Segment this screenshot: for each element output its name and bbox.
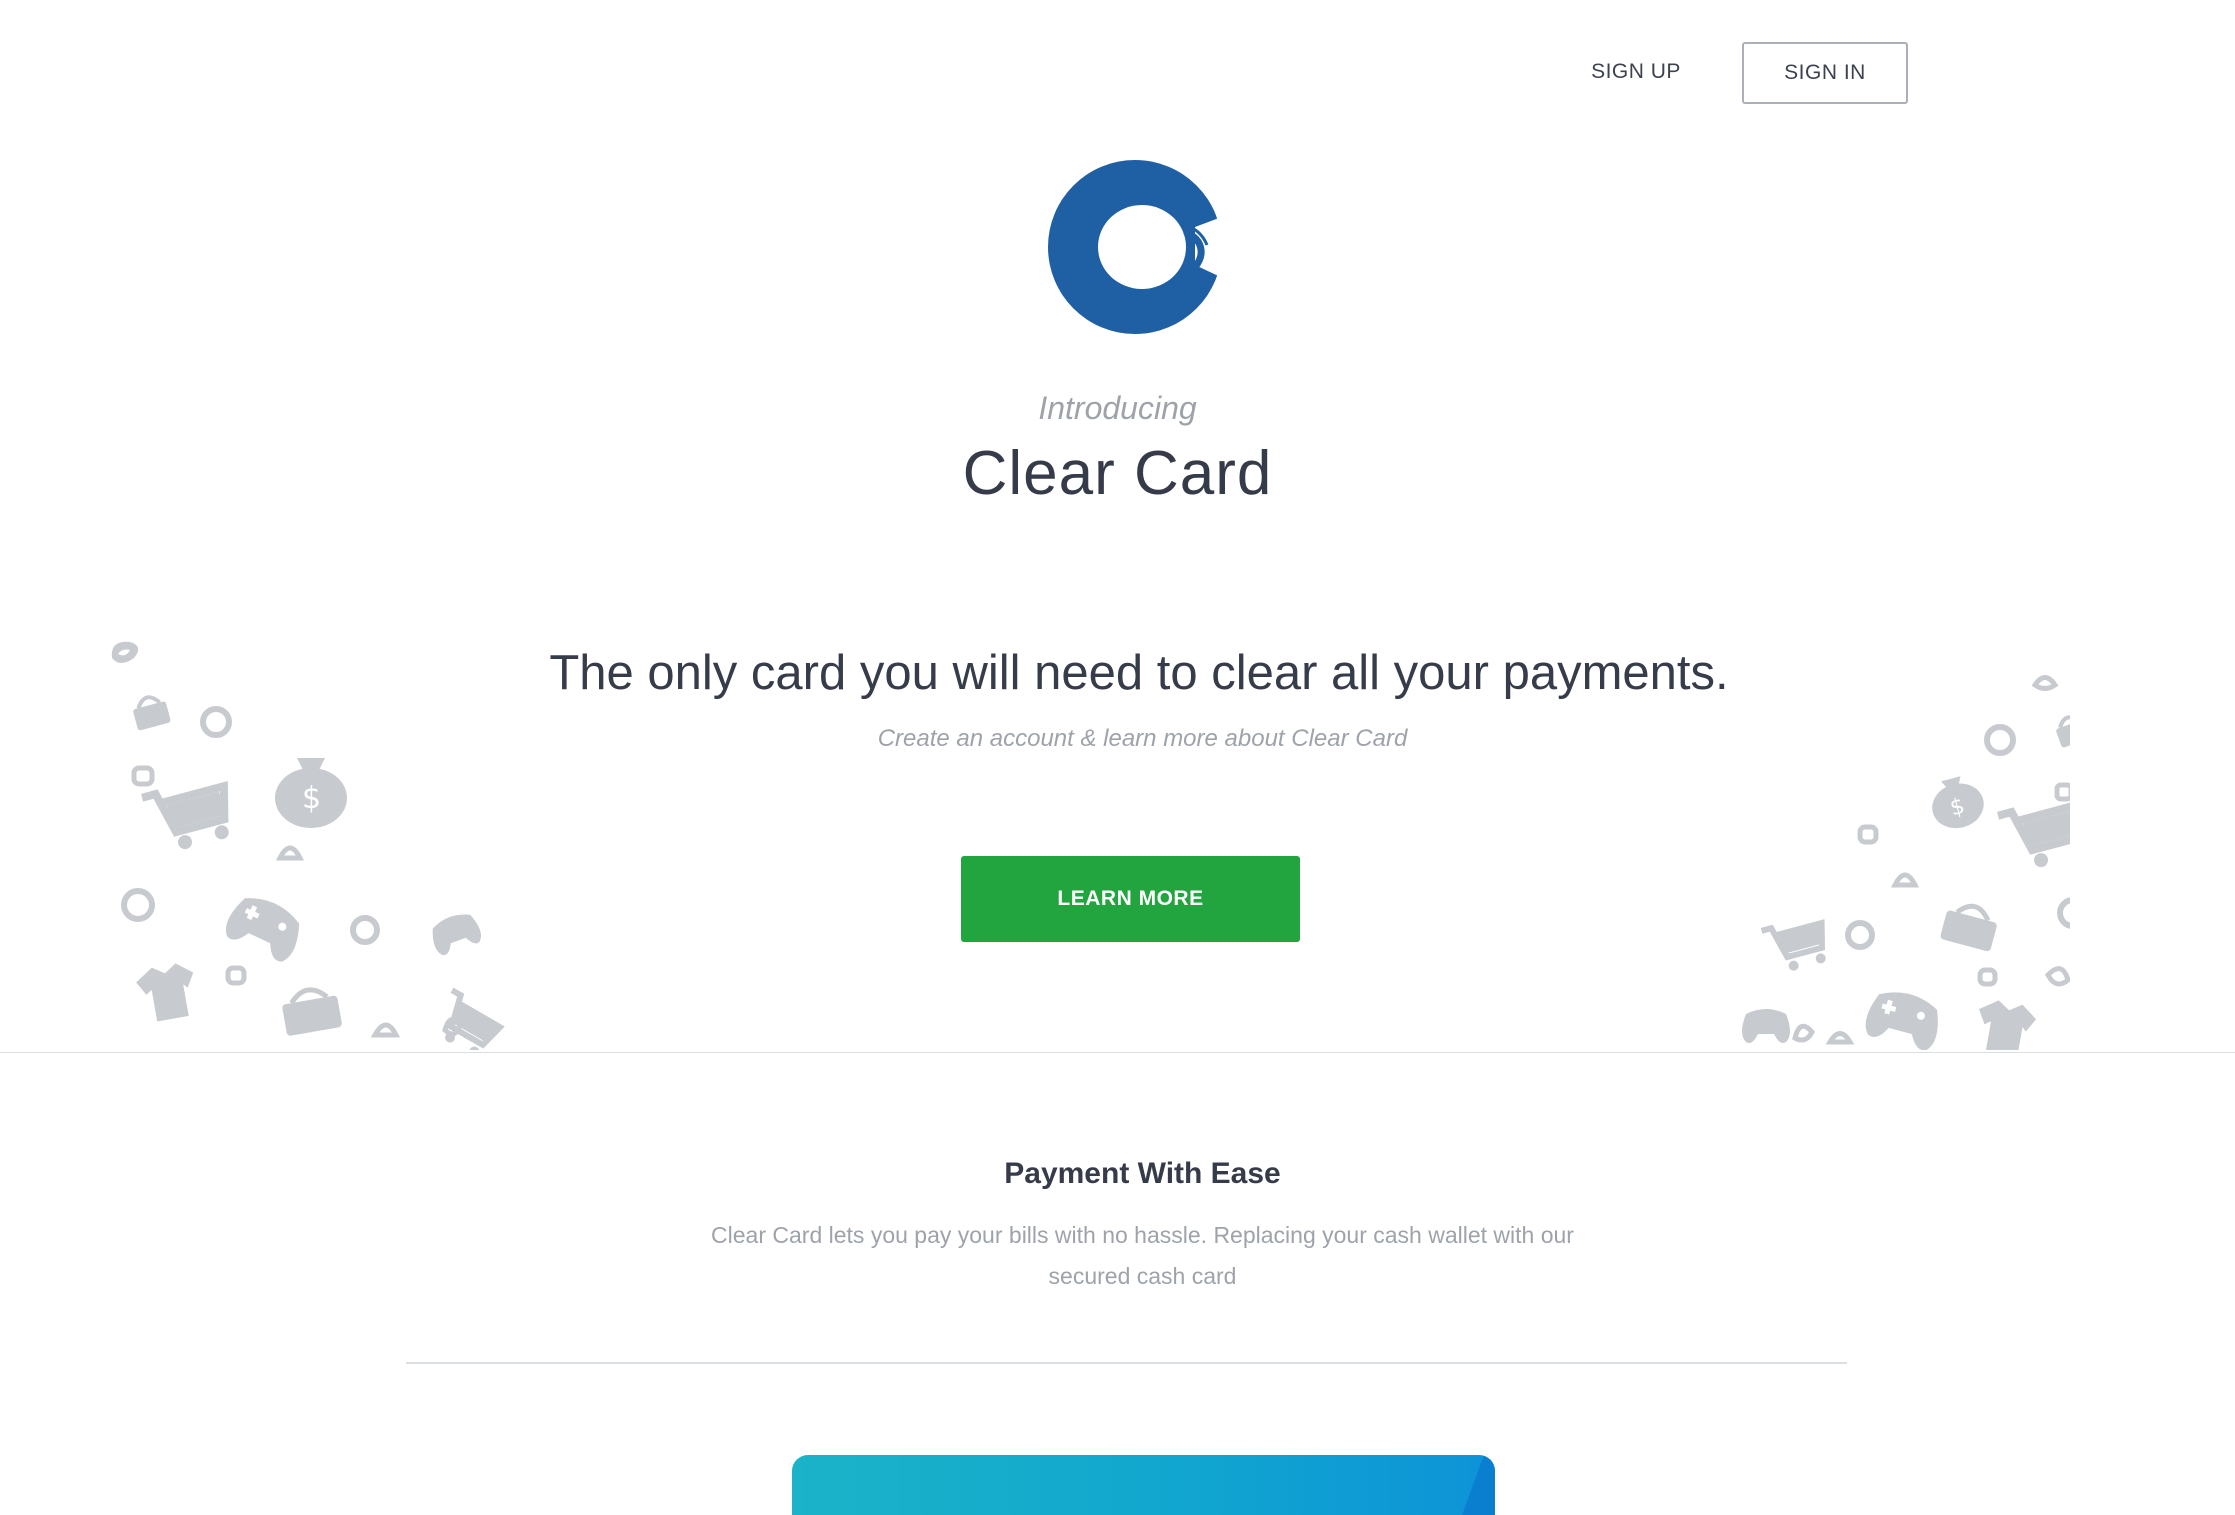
money-bag-icon: $ [275, 758, 347, 828]
gamepad-icon [432, 914, 482, 956]
feature-text: Clear Card lets you pay your bills with … [711, 1222, 1574, 1289]
intro-text: Introducing [1038, 390, 1197, 426]
card-image [792, 1455, 1495, 1515]
hero-subline: Create an account & learn more about Cle… [877, 725, 1408, 752]
section-divider [0, 1052, 2235, 1053]
hero-headline: The only card you will need to clear all… [549, 646, 1729, 700]
money-bag-icon: $ [1932, 776, 1984, 829]
basket-icon [1940, 903, 1997, 952]
top-nav: SIGN UP SIGN IN [1562, 42, 1908, 104]
sign-up-link[interactable]: SIGN UP [1562, 42, 1710, 102]
learn-more-button[interactable]: LEARN MORE [961, 856, 1300, 942]
feature-divider [406, 1362, 1847, 1364]
tshirt-icon [136, 963, 194, 1022]
shopping-cart-icon [1760, 919, 1826, 971]
basket-icon [282, 987, 342, 1036]
shopping-cart-icon [141, 780, 229, 850]
gamepad-icon [1865, 992, 1938, 1050]
brand-title: Clear Card [962, 439, 1273, 508]
shopping-cart-icon [445, 987, 505, 1050]
sign-in-button[interactable]: SIGN IN [1742, 42, 1908, 104]
brush-circle-logo [1048, 160, 1222, 334]
gamepad-icon [1742, 1009, 1790, 1043]
svg-text:$: $ [302, 781, 321, 816]
tshirt-icon [1978, 1000, 2037, 1050]
shopping-cart-icon [1997, 798, 2070, 868]
gamepad-icon [226, 898, 300, 962]
feature-title: Payment With Ease [1004, 1157, 1281, 1190]
